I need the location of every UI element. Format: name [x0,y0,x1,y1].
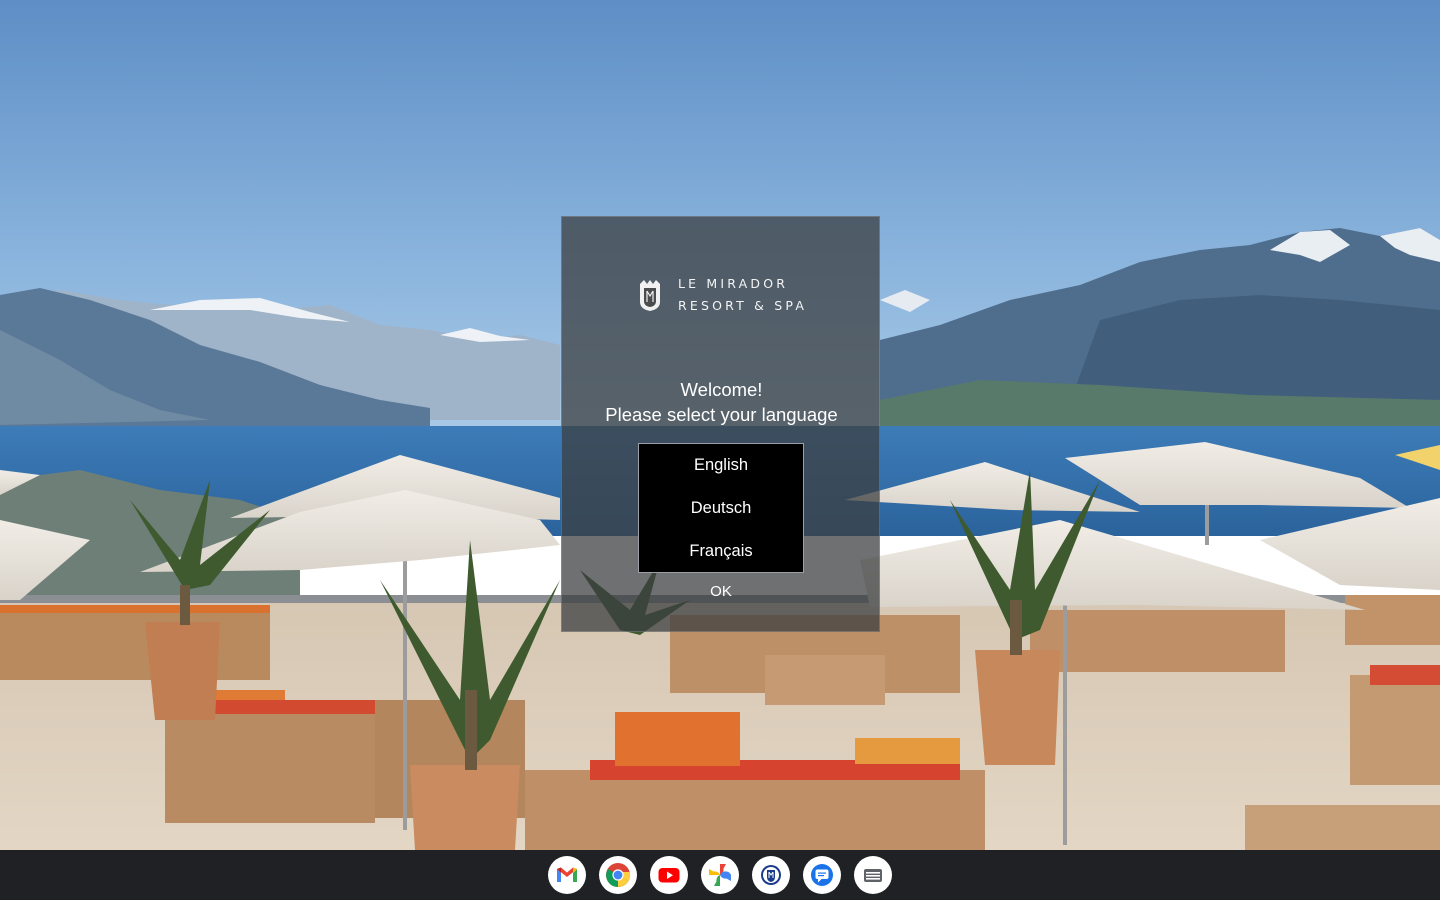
language-option-francais[interactable]: Français [639,530,803,573]
language-option-deutsch[interactable]: Deutsch [639,487,803,530]
app-drawer-icon[interactable] [854,856,892,894]
language-list[interactable]: English Deutsch Français [638,443,804,573]
kiosk-app-icon[interactable] [752,856,790,894]
gmail-icon[interactable] [548,856,586,894]
chrome-icon[interactable] [599,856,637,894]
photos-icon[interactable] [701,856,739,894]
kiosk-screen: LE MIRADOR RESORT & SPA Welcome! Please … [0,0,1440,900]
greeting: Welcome! Please select your language [562,377,881,427]
language-prompt: Please select your language [605,404,838,425]
brand-line-1: LE MIRADOR [678,276,789,291]
crest-icon [640,280,660,311]
resort-logo: LE MIRADOR RESORT & SPA [638,273,807,317]
youtube-icon[interactable] [650,856,688,894]
language-dialog: LE MIRADOR RESORT & SPA Welcome! Please … [561,216,880,632]
brand-line-2: RESORT & SPA [678,298,808,313]
messages-icon[interactable] [803,856,841,894]
language-option-english[interactable]: English [639,444,803,487]
welcome-text: Welcome! [680,379,763,400]
shelf-apps [548,856,892,894]
shelf [0,850,1440,900]
ok-button[interactable]: OK [691,579,751,603]
